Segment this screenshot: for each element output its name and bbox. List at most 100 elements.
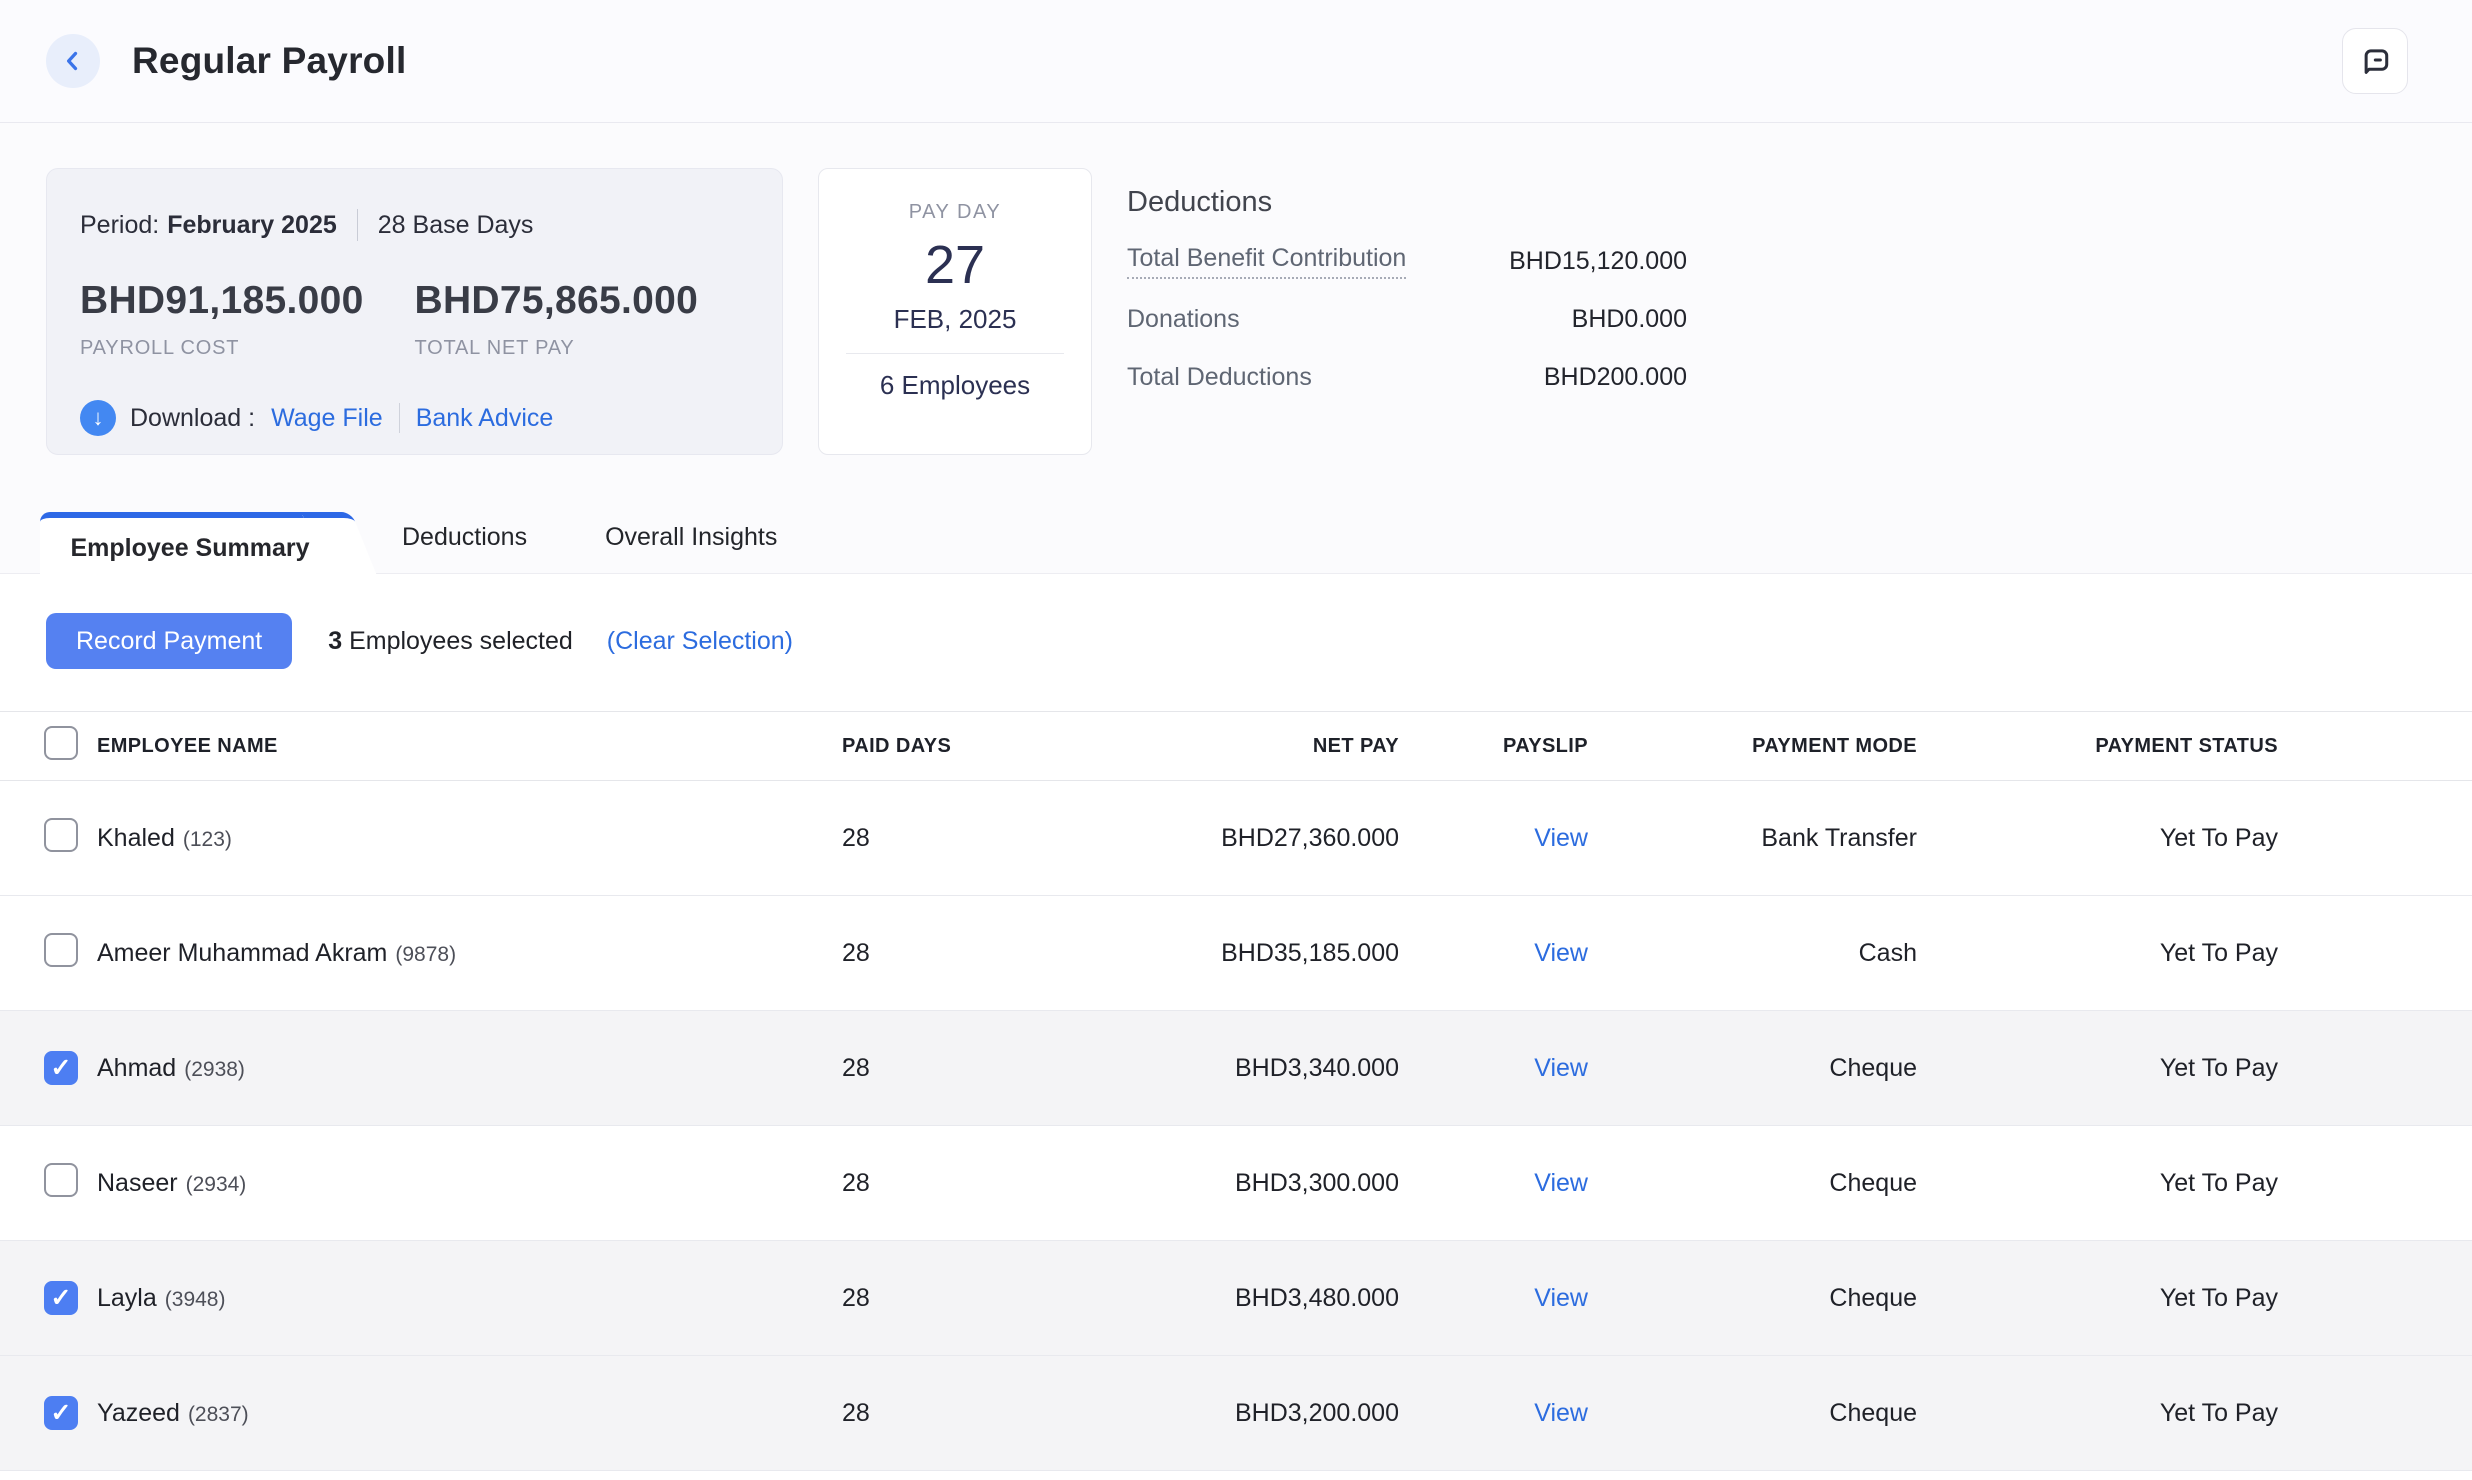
table-row: Yazeed(2837) 28 BHD3,200.000 View Cheque… bbox=[0, 1356, 2472, 1471]
column-header-payslip: PAYSLIP bbox=[1399, 735, 1588, 758]
view-payslip-link[interactable]: View bbox=[1534, 1169, 1588, 1197]
tab-overall-insights[interactable]: Overall Insights bbox=[605, 505, 777, 573]
view-payslip-link[interactable]: View bbox=[1534, 1054, 1588, 1082]
row-checkbox[interactable] bbox=[44, 1281, 78, 1315]
page-title: Regular Payroll bbox=[132, 40, 406, 82]
payment-mode-cell: Cheque bbox=[1588, 1054, 1917, 1083]
tab-label: Employee Summary bbox=[40, 518, 340, 578]
deduction-value-total-deductions: BHD200.000 bbox=[1544, 363, 1687, 392]
payment-status-cell: Yet To Pay bbox=[1917, 939, 2278, 968]
payment-status-cell: Yet To Pay bbox=[1917, 1054, 2278, 1083]
select-all-checkbox[interactable] bbox=[44, 726, 78, 760]
chat-button[interactable] bbox=[2342, 28, 2408, 94]
employee-name-cell: Naseer (2934) bbox=[97, 1169, 842, 1198]
divider bbox=[357, 209, 358, 241]
selected-count-text: 3 Employees selected bbox=[328, 627, 573, 656]
deduction-label-benefit-contribution[interactable]: Total Benefit Contribution bbox=[1127, 244, 1406, 279]
payment-status-cell: Yet To Pay bbox=[1917, 1399, 2278, 1428]
employee-name: Naseer bbox=[97, 1169, 178, 1197]
period-card: Period: February 2025 28 Base Days BHD91… bbox=[46, 168, 783, 455]
payday-card: PAY DAY 27 FEB, 2025 6 Employees bbox=[818, 168, 1092, 455]
employee-name: Yazeed bbox=[97, 1399, 180, 1427]
bank-advice-link[interactable]: Bank Advice bbox=[416, 404, 554, 433]
net-pay-cell: BHD27,360.000 bbox=[1160, 824, 1399, 853]
paid-days-cell: 28 bbox=[842, 824, 1160, 853]
toolbar: Record Payment 3 Employees selected (Cle… bbox=[46, 613, 2472, 669]
column-header-paid-days: PAID DAYS bbox=[842, 735, 1160, 758]
row-checkbox[interactable] bbox=[44, 933, 78, 967]
table-row: Khaled (123) 28 BHD27,360.000 View Bank T… bbox=[0, 781, 2472, 896]
net-pay-cell: BHD3,480.000 bbox=[1160, 1284, 1399, 1313]
wage-file-link[interactable]: Wage File bbox=[271, 404, 383, 433]
base-days: 28 Base Days bbox=[378, 211, 534, 240]
payment-mode-cell: Cheque bbox=[1588, 1284, 1917, 1313]
table-row: Ahmad(2938) 28 BHD3,340.000 View Cheque … bbox=[0, 1011, 2472, 1126]
payment-status-cell: Yet To Pay bbox=[1917, 824, 2278, 853]
payment-mode-cell: Cheque bbox=[1588, 1169, 1917, 1198]
paid-days-cell: 28 bbox=[842, 1399, 1160, 1428]
employee-id: (3948) bbox=[165, 1288, 226, 1311]
employee-name-cell: Layla (3948) bbox=[97, 1284, 842, 1313]
net-pay-cell: BHD35,185.000 bbox=[1160, 939, 1399, 968]
table-row: Layla(3948) 28 BHD3,480.000 View Cheque … bbox=[0, 1241, 2472, 1356]
table-body: Khaled (123) 28 BHD27,360.000 View Bank T… bbox=[0, 781, 2472, 1471]
download-icon: ↓ bbox=[80, 400, 116, 436]
employee-name: Khaled bbox=[97, 824, 175, 852]
employee-summary-content: Record Payment 3 Employees selected (Cle… bbox=[0, 613, 2472, 1471]
payday-label: PAY DAY bbox=[819, 201, 1091, 224]
row-checkbox[interactable] bbox=[44, 1051, 78, 1085]
view-payslip-link[interactable]: View bbox=[1534, 939, 1588, 967]
employee-id: (2938) bbox=[184, 1058, 245, 1081]
net-pay-cell: BHD3,300.000 bbox=[1160, 1169, 1399, 1198]
employee-id: (2837) bbox=[188, 1403, 249, 1426]
tab-employee-summary[interactable]: Employee Summary bbox=[40, 512, 340, 574]
payday-employee-count: 6 Employees bbox=[819, 370, 1091, 401]
column-header-employee-name: EMPLOYEE NAME bbox=[97, 735, 842, 758]
table-row: Ameer Muhammad Akram(9878) 28 BHD35,185.… bbox=[0, 896, 2472, 1011]
back-button[interactable] bbox=[46, 34, 100, 88]
payroll-cost-value: BHD91,185.000 bbox=[80, 279, 415, 323]
employee-id: (123) bbox=[183, 828, 232, 851]
selected-label: Employees selected bbox=[349, 627, 573, 655]
employee-name-cell: Yazeed (2837) bbox=[97, 1399, 842, 1428]
divider bbox=[846, 353, 1064, 354]
deduction-label-donations: Donations bbox=[1127, 305, 1240, 334]
paid-days-cell: 28 bbox=[842, 1169, 1160, 1198]
employee-id: (2934) bbox=[186, 1173, 247, 1196]
employee-name-cell: Ahmad (2938) bbox=[97, 1054, 842, 1083]
payday-month-year: FEB, 2025 bbox=[819, 304, 1091, 335]
column-header-payment-status: PAYMENT STATUS bbox=[1917, 735, 2278, 758]
chat-bubble-icon bbox=[2356, 42, 2394, 80]
payment-mode-cell: Bank Transfer bbox=[1588, 824, 1917, 853]
view-payslip-link[interactable]: View bbox=[1534, 1284, 1588, 1312]
period-label: Period: bbox=[80, 211, 159, 240]
net-pay-cell: BHD3,200.000 bbox=[1160, 1399, 1399, 1428]
employee-name-cell: Ameer Muhammad Akram(9878) bbox=[97, 939, 842, 968]
employee-table: EMPLOYEE NAME PAID DAYS NET PAY PAYSLIP … bbox=[0, 711, 2472, 1471]
row-checkbox[interactable] bbox=[44, 1163, 78, 1197]
payroll-cost-label: PAYROLL COST bbox=[80, 337, 415, 360]
table-header-row: EMPLOYEE NAME PAID DAYS NET PAY PAYSLIP … bbox=[0, 711, 2472, 781]
employee-id: (9878) bbox=[395, 943, 456, 966]
record-payment-button[interactable]: Record Payment bbox=[46, 613, 292, 669]
clear-selection-link[interactable]: (Clear Selection) bbox=[607, 627, 793, 656]
tab-deductions[interactable]: Deductions bbox=[402, 505, 527, 573]
total-net-pay-label: TOTAL NET PAY bbox=[415, 337, 750, 360]
column-header-payment-mode: PAYMENT MODE bbox=[1588, 735, 1917, 758]
row-checkbox[interactable] bbox=[44, 818, 78, 852]
payment-mode-cell: Cash bbox=[1588, 939, 1917, 968]
deduction-value-donations: BHD0.000 bbox=[1572, 305, 1687, 334]
paid-days-cell: 28 bbox=[842, 939, 1160, 968]
download-label: Download : bbox=[130, 404, 255, 433]
view-payslip-link[interactable]: View bbox=[1534, 824, 1588, 852]
table-row: Naseer (2934) 28 BHD3,300.000 View Cheque… bbox=[0, 1126, 2472, 1241]
view-payslip-link[interactable]: View bbox=[1534, 1399, 1588, 1427]
paid-days-cell: 28 bbox=[842, 1054, 1160, 1083]
column-header-net-pay: NET PAY bbox=[1160, 735, 1399, 758]
topbar: Regular Payroll bbox=[0, 0, 2472, 123]
row-checkbox[interactable] bbox=[44, 1396, 78, 1430]
employee-name: Layla bbox=[97, 1284, 157, 1312]
net-pay-cell: BHD3,340.000 bbox=[1160, 1054, 1399, 1083]
selected-count: 3 bbox=[328, 627, 342, 655]
employee-name: Ahmad bbox=[97, 1054, 176, 1082]
